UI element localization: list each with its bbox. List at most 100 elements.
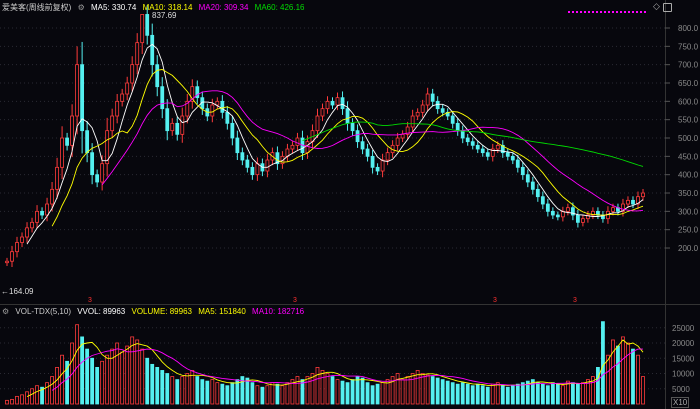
candle-body — [90, 152, 95, 176]
candle-body — [210, 104, 215, 117]
volume-bar — [335, 379, 340, 405]
volume-bar — [465, 383, 470, 405]
volume-tick-label: 20000 — [672, 339, 695, 348]
volume-bar — [505, 386, 510, 405]
volume-bar — [125, 345, 130, 405]
unit-label: X10 — [671, 397, 690, 408]
volume-bar — [410, 373, 415, 405]
volume-bar — [155, 366, 160, 405]
price-tick-label: 400.0 — [678, 171, 699, 180]
diamond-icon[interactable]: ◇ — [653, 1, 660, 12]
volume-bar — [631, 348, 635, 405]
volume-bar — [450, 382, 455, 405]
volume-bar — [616, 345, 620, 405]
vol-ma10-label: MA10: 182716 — [252, 307, 305, 316]
candle-body — [110, 115, 115, 132]
candle-body — [450, 115, 455, 124]
candle-body — [611, 207, 615, 212]
price-tick-label: 800.0 — [678, 24, 699, 33]
date-mark: 3 — [293, 297, 297, 304]
candle-body — [430, 93, 435, 102]
volume-bar — [370, 385, 375, 405]
candle-body — [410, 115, 415, 128]
candle-body — [40, 210, 44, 216]
candle-body — [375, 166, 380, 172]
candle-body — [215, 100, 220, 106]
price-tick-label: 600.0 — [678, 97, 699, 106]
date-mark: 3 — [88, 297, 92, 304]
volume-bar — [435, 377, 440, 405]
volume-bar — [365, 382, 370, 405]
candle-body — [5, 260, 9, 264]
candle-body — [235, 137, 240, 154]
candle-body — [50, 188, 54, 205]
candle-body — [520, 166, 525, 176]
volume-bar — [120, 351, 125, 405]
settings-icon[interactable]: ⚙ — [2, 307, 9, 316]
price-tick-label: 450.0 — [678, 152, 699, 161]
candle-body — [360, 141, 365, 150]
vol-ma5-label: MA5: 151840 — [198, 307, 246, 316]
candle-body — [250, 166, 255, 176]
candle-body — [320, 108, 325, 117]
candle-body — [415, 111, 420, 117]
candle-body — [475, 144, 480, 150]
candle-body — [135, 42, 140, 66]
volume-bar — [565, 380, 570, 405]
volume-bar — [611, 339, 615, 405]
volume-bar — [575, 383, 580, 405]
volume-bar — [90, 357, 95, 405]
panel-toggle-icon[interactable] — [663, 3, 672, 12]
price-tick-label: 200.0 — [678, 244, 699, 253]
volume-bar — [490, 383, 495, 405]
volume-bar — [200, 379, 205, 405]
volume-bar — [485, 386, 490, 405]
settings-icon[interactable]: ⚙ — [78, 3, 85, 12]
volume-bar — [440, 379, 445, 405]
volume-bar — [15, 395, 19, 405]
volume-bar — [500, 385, 505, 405]
candle-body — [165, 108, 170, 132]
volume-bar — [60, 354, 64, 405]
volume-label: VOLUME: 89963 — [131, 307, 192, 316]
candle-body — [455, 122, 460, 132]
volume-bar — [495, 382, 500, 405]
volume-bar — [150, 363, 155, 405]
candle-body — [370, 155, 375, 168]
candle-body — [95, 174, 100, 183]
volume-bar — [425, 374, 430, 405]
volume-bar — [215, 382, 220, 405]
volume-bar — [245, 377, 250, 405]
volume-bar — [305, 376, 310, 405]
volume-tick-label: 10000 — [672, 370, 695, 379]
candle-body — [155, 64, 160, 88]
volume-bar — [145, 357, 150, 405]
price-tick-label: 550.0 — [678, 116, 699, 125]
volume-bar — [395, 373, 400, 405]
candle-body — [265, 159, 270, 172]
date-mark: 3 — [493, 297, 497, 304]
candle-body — [495, 144, 500, 150]
volume-bar — [520, 382, 525, 405]
candle-body — [145, 14, 150, 36]
volume-bar — [180, 376, 185, 405]
volume-bar — [130, 336, 135, 405]
volume-bar — [35, 385, 39, 405]
candle-body — [335, 97, 340, 106]
volume-bar — [636, 354, 640, 405]
price-tick-label: 700.0 — [678, 61, 699, 70]
volume-bar — [205, 380, 210, 405]
price-tick-label: 650.0 — [678, 79, 699, 88]
candle-body — [575, 214, 580, 223]
price-tick-label: 500.0 — [678, 134, 699, 143]
volume-bar — [606, 354, 610, 405]
volume-bar — [480, 385, 485, 405]
volume-bar — [400, 379, 405, 405]
vvol-label: VVOL: 89963 — [77, 307, 126, 316]
volume-bar — [25, 391, 29, 405]
candle-body — [350, 122, 355, 132]
candle-body — [345, 108, 350, 124]
stock-title: 爱美客(周线前复权) — [2, 3, 72, 12]
volume-bar — [325, 373, 330, 405]
candle-body — [75, 64, 80, 117]
